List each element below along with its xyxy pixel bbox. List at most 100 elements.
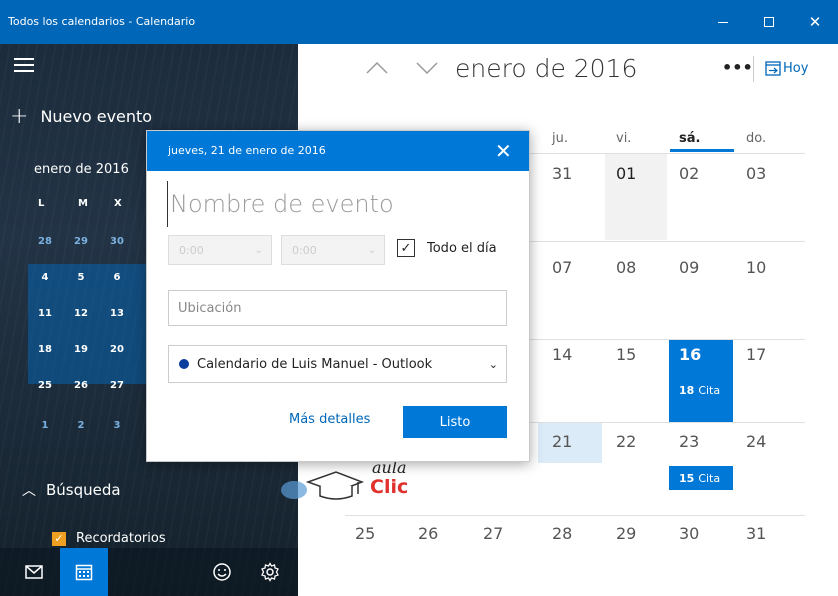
more-options-button[interactable]: ••• [722,58,753,77]
mini-calendar-title[interactable]: enero de 2016 [34,162,129,177]
calendar-icon [75,564,93,581]
day-cell[interactable]: 02 [679,164,699,183]
day-cell[interactable]: 24 [746,432,766,451]
sidebar-bottom-bar [0,548,298,596]
mail-icon [25,565,43,579]
day-cell[interactable]: 03 [746,164,766,183]
dialog-close-button[interactable]: ✕ [495,139,512,163]
day-cell[interactable]: 23 [679,432,699,451]
mini-day[interactable]: 13 [102,300,132,326]
day-cell[interactable]: 10 [746,258,766,277]
day-cell[interactable]: 14 [552,345,572,364]
mini-day[interactable]: 11 [30,300,60,326]
day-cell[interactable]: 26 [418,524,438,543]
settings-button[interactable] [246,548,294,596]
event-name-input[interactable] [167,181,507,227]
day-cell[interactable]: 28 [552,524,572,543]
day-cell[interactable]: 17 [746,345,766,364]
all-day-label: Todo el día [427,240,497,256]
day-cell[interactable]: 08 [616,258,636,277]
new-event-label: Nuevo evento [40,107,153,126]
calendar-select-value: Calendario de Luis Manuel - Outlook [197,356,433,372]
mail-button[interactable] [10,548,58,596]
weekday-header: do. [746,131,767,146]
all-day-checkbox[interactable]: ✓ Todo el día [397,239,497,257]
day-cell[interactable]: 15 [616,345,636,364]
chevron-up-icon [366,61,388,74]
grid-line [345,515,805,516]
mini-day[interactable]: 4 [30,264,60,290]
today-button[interactable]: Hoy [765,60,808,76]
day-cell[interactable]: 27 [483,524,503,543]
weekday-header: ju. [552,131,568,146]
hamburger-menu-icon[interactable] [14,58,34,72]
weekday-header-today: sá. [679,131,701,146]
minimize-button[interactable] [700,0,746,44]
mini-day[interactable]: 1 [30,412,60,438]
mini-day[interactable]: 20 [102,336,132,362]
mini-day[interactable]: 12 [66,300,96,326]
weekday-header: vi. [616,131,632,146]
mini-day[interactable]: 6 [102,264,132,290]
day-cell[interactable]: 09 [679,258,699,277]
day-cell[interactable]: 31 [746,524,766,543]
more-details-link[interactable]: Más detalles [289,412,370,427]
toolbar-divider [753,56,754,82]
mini-day[interactable]: 25 [30,372,60,398]
mini-day[interactable]: 18 [30,336,60,362]
day-cell[interactable]: 31 [552,164,572,183]
search-section-toggle[interactable]: ︿ Búsqueda [22,480,121,500]
feedback-button[interactable] [198,548,246,596]
day-cell[interactable]: 01 [616,164,636,183]
mini-weekday-l: L [38,198,45,209]
calendar-select[interactable]: Calendario de Luis Manuel - Outlook ⌄ [168,345,507,383]
new-event-button[interactable]: + Nuevo evento [10,104,152,129]
mini-day[interactable]: 26 [66,372,96,398]
chevron-down-icon [416,62,438,75]
close-icon: ✕ [495,139,512,163]
mini-calendar-title-text: enero de 2016 [34,162,129,177]
reminders-checkbox[interactable]: ✓ Recordatorios [52,531,166,546]
title-bar: Todos los calendarios - Calendario ✕ [0,0,838,44]
day-cell[interactable]: 07 [552,258,572,277]
mini-weekday-m: M [78,198,88,209]
day-cell[interactable]: 21 [552,432,572,451]
mini-day[interactable]: 30 [102,228,132,254]
mini-day[interactable]: 3 [102,412,132,438]
logo-line2: Clic [370,476,409,498]
day-cell[interactable]: 22 [616,432,636,451]
maximize-button[interactable] [746,0,792,44]
mini-weekday-x: X [114,198,122,209]
search-label: Búsqueda [46,481,121,499]
mini-day[interactable]: 27 [102,372,132,398]
window-title: Todos los calendarios - Calendario [8,15,196,28]
location-input[interactable] [168,290,507,326]
mini-day[interactable]: 19 [66,336,96,362]
event-title: Cita [698,471,721,485]
reminders-label: Recordatorios [76,531,166,546]
today-indicator-bar [670,149,734,152]
today-label: Hoy [783,60,809,76]
close-window-button[interactable]: ✕ [792,0,838,44]
day-cell[interactable]: 30 [679,524,699,543]
end-time-select[interactable]: 0:00 ⌄ [281,235,385,265]
dialog-date: jueves, 21 de enero de 2016 [168,144,326,157]
event-chip[interactable]: 15 Cita [669,466,733,490]
plus-icon: + [10,104,29,129]
done-button[interactable]: Listo [403,406,507,438]
smiley-icon [213,563,231,581]
end-time-value: 0:00 [292,243,317,257]
next-month-button[interactable] [416,60,438,79]
calendar-button[interactable] [60,548,108,596]
mini-day[interactable]: 5 [66,264,96,290]
event-chip[interactable]: 18 Cita [669,378,733,402]
mini-day[interactable]: 28 [30,228,60,254]
mini-day[interactable]: 29 [66,228,96,254]
day-cell[interactable]: 29 [616,524,636,543]
mini-day[interactable]: 2 [66,412,96,438]
start-time-select[interactable]: 0:00 ⌄ [168,235,272,265]
event-time: 18 [679,383,695,397]
previous-month-button[interactable] [366,60,388,79]
chevron-down-icon: ⌄ [367,244,376,256]
day-cell[interactable]: 25 [355,524,375,543]
